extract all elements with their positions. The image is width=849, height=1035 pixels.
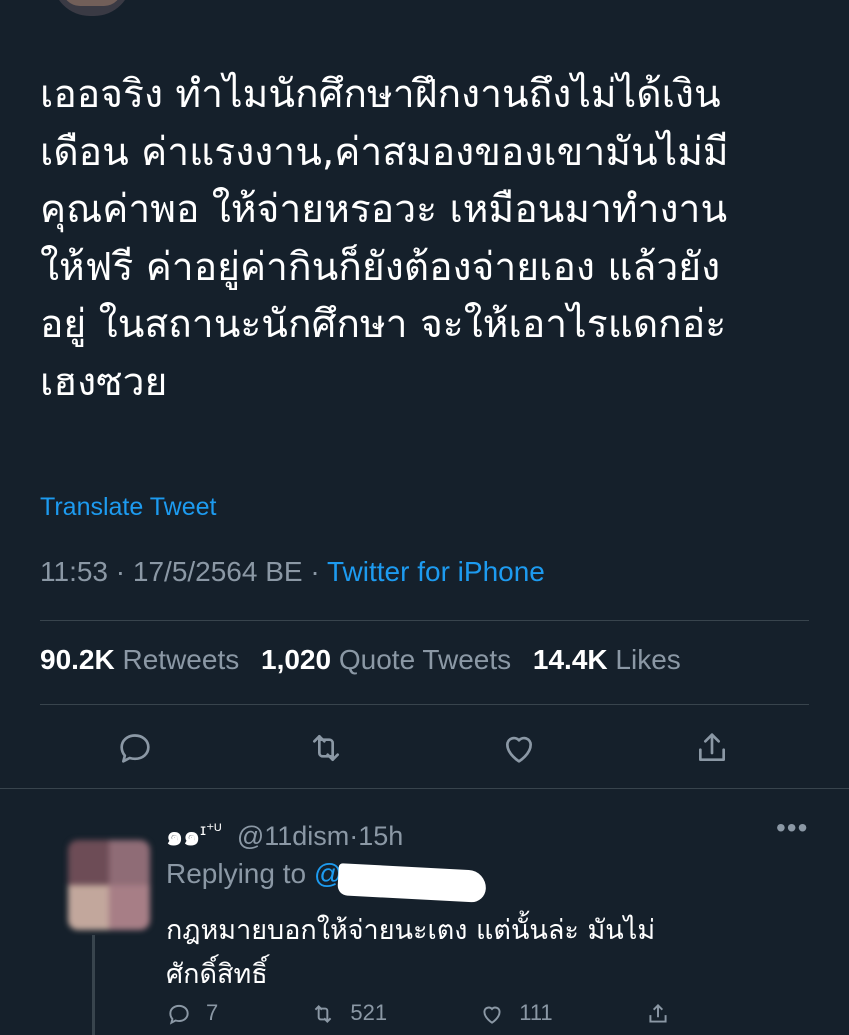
reply-actions: 7 521 111 xyxy=(166,1000,771,1027)
tweet-meta: 11:53 · 17/5/2564 BE · Twitter for iPhon… xyxy=(40,556,545,588)
reply-retweet-button[interactable]: 521 xyxy=(310,1000,387,1027)
meta-separator: · xyxy=(115,556,126,587)
divider xyxy=(40,620,809,621)
reply-header: ๑๑ɪ⁺ᵁ @11dism·15h xyxy=(166,814,403,857)
reply-icon xyxy=(120,734,150,763)
tweet-source-link[interactable]: Twitter for iPhone xyxy=(327,556,545,587)
reply-name-badge: ɪ⁺ᵁ xyxy=(200,822,222,839)
redaction-scribble xyxy=(337,863,487,903)
tweet-text: เออจริง ทำไมนักศึกษาฝึกงานถึงไม่ได้เงิน … xyxy=(40,72,729,405)
reply-dot: · xyxy=(349,821,359,851)
retweet-icon xyxy=(313,735,339,761)
quote-tweets-label: Quote Tweets xyxy=(338,644,512,675)
retweets-label: Retweets xyxy=(122,644,240,675)
reply-share-button[interactable] xyxy=(645,1000,685,1027)
translate-tweet-link[interactable]: Translate Tweet xyxy=(40,493,216,522)
likes-label: Likes xyxy=(615,644,681,675)
share-button[interactable] xyxy=(690,724,734,772)
likes-count: 14.4K xyxy=(532,644,608,675)
replying-to: Replying to @ xyxy=(166,858,342,890)
reply-retweet-count: 521 xyxy=(350,1000,388,1025)
likes-stat[interactable]: 14.4K Likes xyxy=(533,644,681,676)
reply-text: กฎหมายบอกให้จ่ายนะเตง แต่นั้นล่ะ มันไม่ … xyxy=(166,915,656,990)
quote-tweets-count: 1,020 xyxy=(261,644,332,675)
reply-button[interactable] xyxy=(113,724,157,772)
tweet-stats: 90.2K Retweets 1,020 Quote Tweets 14.4K … xyxy=(40,644,695,676)
like-button[interactable] xyxy=(497,724,541,772)
share-icon xyxy=(699,733,725,761)
more-options-icon[interactable]: ••• xyxy=(776,812,808,844)
like-icon xyxy=(483,1006,501,1024)
reply-reply-button[interactable]: 7 xyxy=(166,1000,218,1027)
like-icon xyxy=(506,736,532,763)
tweet-actions xyxy=(0,724,849,774)
tweet-time: 11:53 xyxy=(40,556,108,587)
retweet-icon xyxy=(315,1005,332,1024)
quote-tweets-stat[interactable]: 1,020 Quote Tweets xyxy=(261,644,511,676)
reply-display-name[interactable]: ๑๑ xyxy=(166,821,200,852)
retweet-button[interactable] xyxy=(304,724,348,772)
divider xyxy=(40,704,809,705)
retweets-count: 90.2K xyxy=(40,644,115,675)
author-avatar[interactable] xyxy=(52,0,132,16)
reply-avatar[interactable] xyxy=(68,840,150,930)
reply-like-count: 111 xyxy=(519,1000,553,1025)
replying-to-label: Replying to xyxy=(166,858,307,889)
reply-icon xyxy=(169,1005,189,1025)
reply-handle[interactable]: @11dism xyxy=(237,821,349,851)
reply-age: 15h xyxy=(358,821,404,851)
section-divider xyxy=(0,788,849,789)
meta-separator-2: · xyxy=(310,556,320,587)
thread-line xyxy=(92,935,95,1035)
retweets-stat[interactable]: 90.2K Retweets xyxy=(40,644,239,676)
reply-reply-count: 7 xyxy=(206,1000,219,1025)
reply-like-button[interactable]: 111 xyxy=(479,1000,553,1027)
tweet-date: 17/5/2564 BE xyxy=(132,556,303,587)
share-icon xyxy=(649,1004,667,1023)
